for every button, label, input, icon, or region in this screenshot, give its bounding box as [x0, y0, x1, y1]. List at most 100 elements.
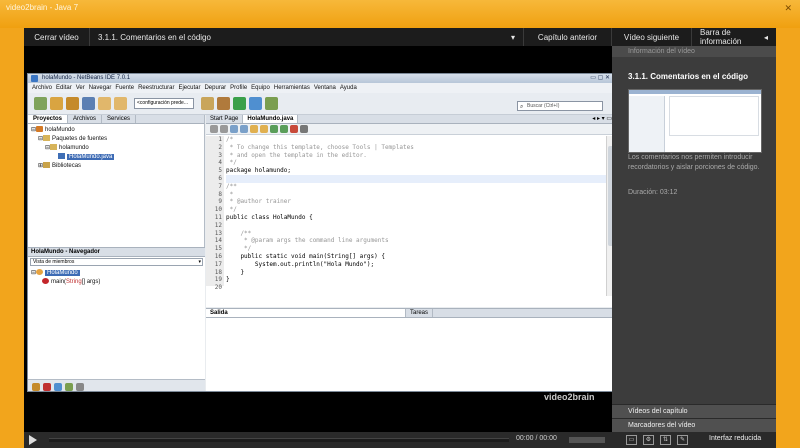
line-number: 7	[218, 182, 222, 190]
search-placeholder: Buscar (Ctrl+I)	[527, 103, 560, 109]
save-all-icon[interactable]	[82, 97, 95, 110]
menu-ejecutar[interactable]: Ejecutar	[176, 83, 202, 93]
filter-nonpublic-icon[interactable]	[54, 382, 62, 391]
tab-start-page[interactable]: Start Page	[206, 115, 244, 123]
info-bar-toggle[interactable]: Barra de información ◂	[692, 28, 776, 46]
history-icon[interactable]	[220, 125, 228, 133]
tree-node-libraries[interactable]: ⊞ Bibliotecas	[28, 162, 204, 171]
menu-reestructurar[interactable]: Reestructurar	[136, 83, 176, 93]
shift-right-icon[interactable]	[280, 125, 288, 133]
output-panel: Salida Tareas	[206, 308, 613, 391]
menu-profile[interactable]: Profile	[228, 83, 249, 93]
chevron-down-icon: ▾	[510, 32, 515, 42]
menu-ayuda[interactable]: Ayuda	[338, 83, 359, 93]
lesson-selector[interactable]: 3.1.1. Comentarios en el código ▾	[90, 28, 524, 46]
progress-bar[interactable]	[49, 438, 509, 442]
line-number: 10	[214, 206, 222, 214]
forward-icon[interactable]	[240, 125, 248, 133]
bookmark-icon[interactable]: ✎	[677, 435, 688, 445]
filter-static-icon[interactable]	[43, 382, 51, 391]
tab-services[interactable]: Services	[102, 115, 137, 123]
line-number: 11	[214, 213, 222, 221]
line-number: 8	[218, 190, 222, 198]
play-icon[interactable]	[29, 435, 37, 445]
build-icon[interactable]	[201, 97, 214, 110]
tab-tareas[interactable]: Tareas	[406, 309, 434, 317]
tab-proyectos[interactable]: Proyectos	[28, 115, 69, 123]
tree-node-java-file[interactable]: HolaMundo.java	[28, 153, 204, 162]
tree-node-source-packages[interactable]: ⊟ Paquetes de fuentes	[28, 135, 204, 144]
line-number: 3	[218, 151, 222, 159]
tree-node-package[interactable]: ⊟ holamundo	[28, 144, 204, 153]
menu-fuente[interactable]: Fuente	[113, 83, 136, 93]
find-icon[interactable]	[250, 125, 258, 133]
menu-archivo[interactable]: Archivo	[30, 83, 54, 93]
volume-slider[interactable]	[569, 437, 605, 443]
settings-icon[interactable]: ⚙	[643, 435, 654, 445]
menu-ver[interactable]: Ver	[74, 83, 87, 93]
comment-icon[interactable]	[300, 125, 308, 133]
undo-icon[interactable]	[98, 97, 111, 110]
bookmark-icon[interactable]	[260, 125, 268, 133]
java-file-icon	[58, 153, 65, 159]
source-packages-icon	[43, 135, 51, 141]
chapter-videos-button[interactable]: Vídeos del capítulo	[612, 404, 776, 418]
menu-depurar[interactable]: Depurar	[202, 83, 228, 93]
code-area[interactable]: 1 2 3 4 5 6 7 8 9 10 11 12 13 14 15 16 17 18 19 20 /* * To …	[206, 136, 613, 307]
window-controls-icon: ▭ ▢ ✕	[590, 75, 610, 81]
back-icon[interactable]	[230, 125, 238, 133]
menu-editar[interactable]: Editar	[54, 83, 74, 93]
editor-toolbar	[206, 124, 613, 135]
video-stage-bottom	[24, 402, 612, 432]
menu-navegar[interactable]: Navegar	[87, 83, 114, 93]
menu-ventana[interactable]: Ventana	[312, 83, 338, 93]
debug-icon[interactable]	[249, 97, 262, 110]
code-line: public class HolaMundo {	[226, 213, 313, 221]
tab-holamundo-java[interactable]: HolaMundo.java	[243, 115, 299, 123]
shift-left-icon[interactable]	[270, 125, 278, 133]
video-thumbnail	[628, 89, 762, 153]
navigator-filter-bar	[28, 379, 205, 391]
navigator-class[interactable]: ⊟ HolaMundo	[28, 269, 205, 278]
time-display: 00:00 / 00:00	[516, 435, 557, 442]
line-number: 16	[214, 252, 222, 260]
new-project-icon[interactable]	[34, 97, 47, 110]
editor-tab-nav-icon[interactable]: ◂ ▸ ▾ ▭	[592, 115, 613, 123]
menu-herramientas[interactable]: Herramientas	[272, 83, 312, 93]
libraries-icon	[43, 162, 51, 168]
line-number: 14	[214, 237, 222, 245]
sort-icon[interactable]	[76, 382, 84, 391]
line-number: 6	[218, 174, 222, 182]
tree-node-project[interactable]: ⊟ holaMundo	[28, 126, 204, 135]
close-video-button[interactable]: Cerrar vídeo	[24, 28, 90, 46]
code-line: /**	[226, 229, 252, 237]
tab-salida[interactable]: Salida	[206, 309, 406, 317]
macro-record-icon[interactable]	[290, 125, 298, 133]
menu-equipo[interactable]: Equipo	[249, 83, 272, 93]
tab-archivos[interactable]: Archivos	[68, 115, 103, 123]
reduced-interface-button[interactable]: Interfaz reducida	[709, 435, 761, 442]
profile-icon[interactable]	[265, 97, 278, 110]
next-video-button[interactable]: Vídeo siguiente	[612, 28, 692, 46]
source-icon[interactable]	[210, 125, 218, 133]
filter-fields-icon[interactable]	[32, 382, 40, 391]
navigator-view-select[interactable]: Vista de miembros ▾	[30, 258, 203, 266]
filter-inherited-icon[interactable]	[65, 382, 73, 391]
navigator-method[interactable]: main(String[] args)	[28, 278, 205, 287]
search-input[interactable]: ⌕ Buscar (Ctrl+I)	[517, 101, 603, 111]
netbeans-window: holaMundo - NetBeans IDE 7.0.1 ▭ ▢ ✕ Arc…	[27, 73, 614, 392]
open-project-icon[interactable]	[66, 97, 79, 110]
window-close-icon[interactable]: ✕	[784, 3, 792, 14]
line-number: 5	[218, 167, 222, 175]
lesson-title: 3.1.1. Comentarios en el código	[98, 32, 211, 42]
clean-build-icon[interactable]	[217, 97, 230, 110]
fullscreen-icon[interactable]: ▭	[626, 435, 637, 445]
sort-icon[interactable]: ⇅	[660, 435, 671, 445]
run-icon[interactable]	[233, 97, 246, 110]
new-file-icon[interactable]	[50, 97, 63, 110]
redo-icon[interactable]	[114, 97, 127, 110]
previous-chapter-button[interactable]: Capítulo anterior	[524, 28, 612, 46]
netbeans-title: holaMundo - NetBeans IDE 7.0.1	[42, 75, 131, 81]
video-bookmarks-button[interactable]: Marcadores del vídeo	[612, 418, 776, 432]
configuration-select[interactable]: <configuración prede...	[134, 98, 194, 109]
